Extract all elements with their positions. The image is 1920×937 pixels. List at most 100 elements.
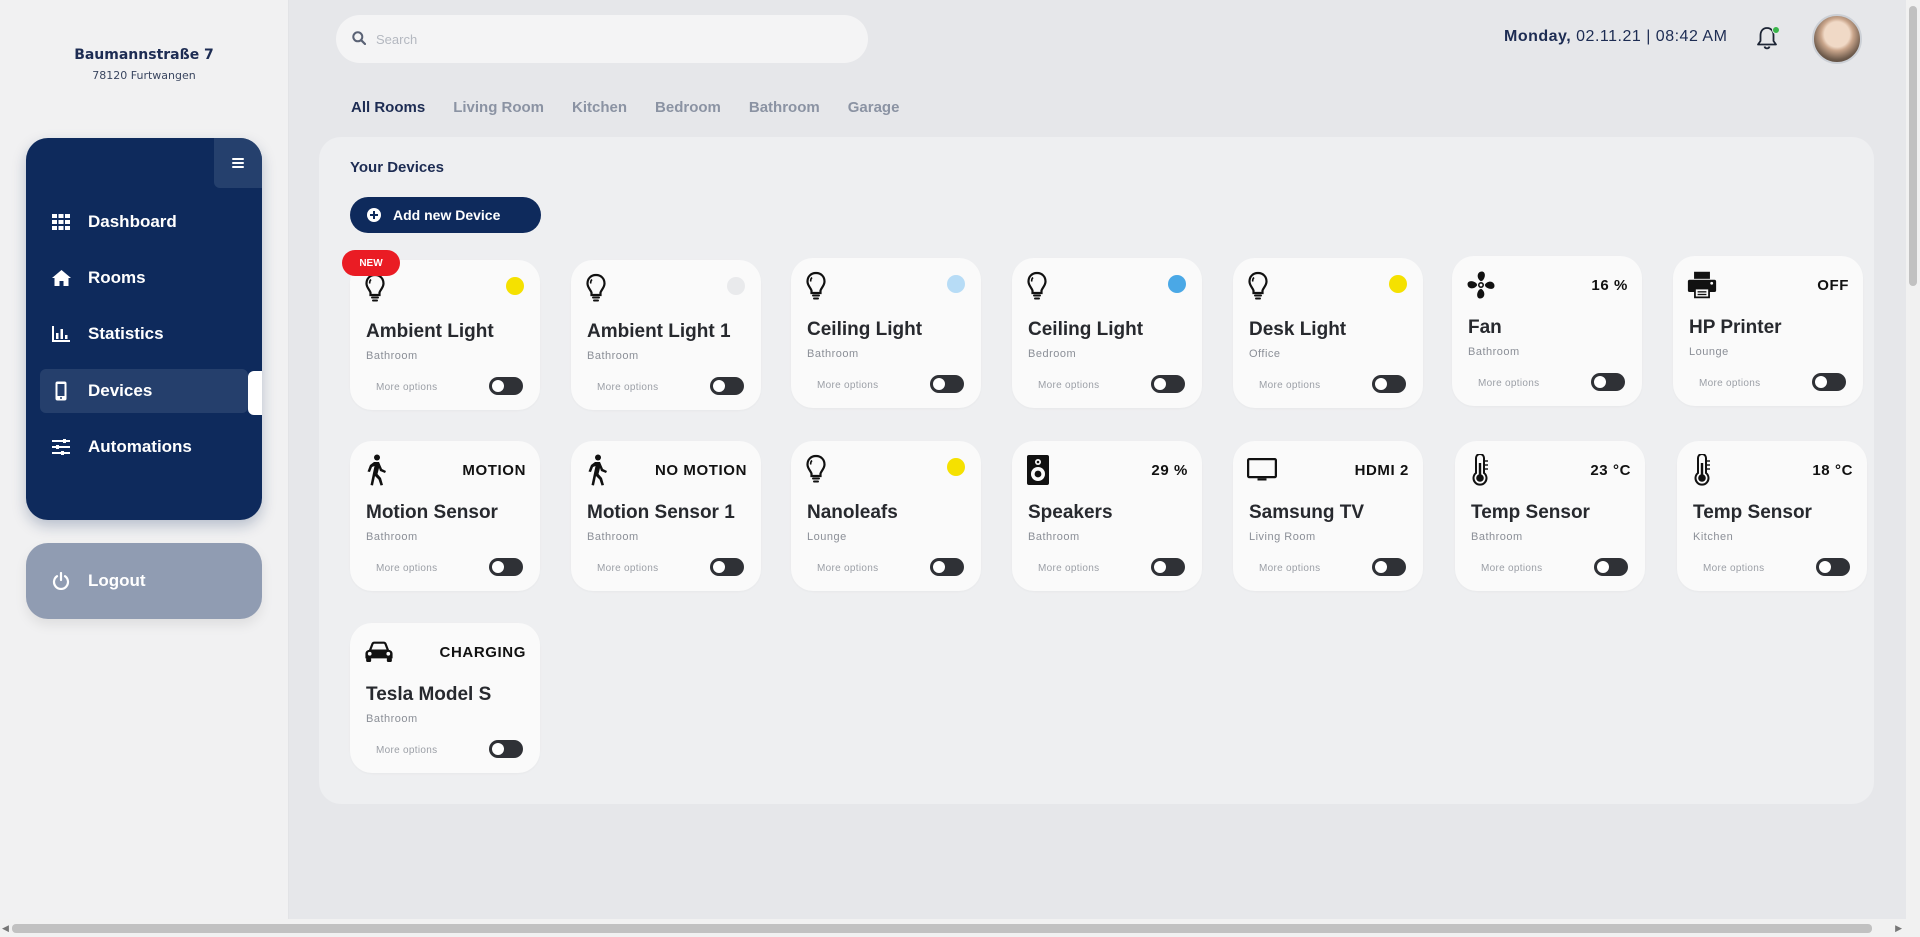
device-card[interactable]: Nanoleafs Lounge More options	[791, 441, 981, 591]
avatar[interactable]	[1812, 14, 1862, 64]
logout-button[interactable]: Logout	[26, 543, 262, 619]
bulb-icon	[805, 454, 835, 488]
device-card[interactable]: CHARGING Tesla Model S Bathroom More option…	[350, 623, 540, 773]
nav-item-dashboard[interactable]: Dashboard	[40, 200, 248, 244]
power-toggle[interactable]	[710, 377, 744, 395]
scroll-thumb[interactable]	[1909, 6, 1917, 286]
address-street: Baumannstraße 7	[74, 47, 214, 63]
power-toggle[interactable]	[1151, 558, 1185, 576]
nav-item-label: Rooms	[88, 268, 146, 287]
more-options-link[interactable]: More options	[597, 563, 658, 574]
device-card[interactable]: MOTION Motion Sensor Bathroom More options	[350, 441, 540, 591]
bulb-icon	[1247, 271, 1277, 305]
power-toggle[interactable]	[710, 558, 744, 576]
nav-item-automations[interactable]: Automations	[40, 425, 248, 469]
menu-toggle-button[interactable]	[214, 138, 262, 188]
power-toggle[interactable]	[1372, 375, 1406, 393]
power-toggle[interactable]	[930, 558, 964, 576]
device-card[interactable]: Ceiling Light Bedroom More options	[1012, 258, 1202, 408]
tab-living-room[interactable]: Living Room	[453, 99, 544, 116]
search-box[interactable]	[336, 15, 868, 63]
more-options-link[interactable]: More options	[376, 382, 437, 393]
more-options-link[interactable]: More options	[1259, 380, 1320, 391]
power-toggle[interactable]	[1591, 373, 1625, 391]
light-color-dot[interactable]	[947, 275, 965, 293]
add-device-label: Add new Device	[393, 207, 501, 223]
device-name: Samsung TV	[1249, 502, 1365, 523]
power-toggle[interactable]	[489, 740, 523, 758]
car-icon	[364, 636, 394, 670]
plus-circle-icon	[367, 208, 381, 222]
more-options-link[interactable]: More options	[1259, 563, 1320, 574]
device-card[interactable]: Desk Light Office More options	[1233, 258, 1423, 408]
device-card[interactable]: Ceiling Light Bathroom More options	[791, 258, 981, 408]
thermometer-icon	[1691, 454, 1721, 488]
power-toggle[interactable]	[1594, 558, 1628, 576]
scroll-right-icon[interactable]: ▶	[1895, 924, 1902, 934]
device-card[interactable]: Ambient Light Bathroom More options	[350, 260, 540, 410]
more-options-link[interactable]: More options	[376, 745, 437, 756]
date-time: Monday, 02.11.21 | 08:42 AM	[1504, 28, 1727, 46]
more-options-link[interactable]: More options	[817, 563, 878, 574]
power-toggle[interactable]	[1151, 375, 1185, 393]
address-block: Baumannstraße 7 78120 Furtwangen	[0, 47, 288, 82]
tab-kitchen[interactable]: Kitchen	[572, 99, 627, 116]
device-name: Ceiling Light	[807, 319, 923, 340]
device-card[interactable]: OFF HP Printer Lounge More options	[1673, 256, 1863, 406]
tab-all-rooms[interactable]: All Rooms	[351, 99, 425, 116]
more-options-link[interactable]: More options	[376, 563, 437, 574]
add-device-button[interactable]: Add new Device	[350, 197, 541, 233]
power-toggle[interactable]	[489, 558, 523, 576]
power-toggle[interactable]	[489, 377, 523, 395]
sliders-icon	[50, 436, 72, 458]
power-toggle[interactable]	[1812, 373, 1846, 391]
power-toggle[interactable]	[1372, 558, 1406, 576]
nav-item-rooms[interactable]: Rooms	[40, 256, 248, 300]
nav-item-statistics[interactable]: Statistics	[40, 312, 248, 356]
more-options-link[interactable]: More options	[817, 380, 878, 391]
device-state: 18 °C	[1812, 462, 1853, 479]
more-options-link[interactable]: More options	[1699, 378, 1760, 389]
device-name: Nanoleafs	[807, 502, 898, 523]
horizontal-scrollbar[interactable]: ◀ ▶	[0, 919, 1920, 937]
nav-item-devices[interactable]: Devices	[40, 369, 248, 413]
more-options-link[interactable]: More options	[1478, 378, 1539, 389]
chart-icon	[50, 323, 72, 345]
power-toggle[interactable]	[930, 375, 964, 393]
online-status-dot	[1772, 26, 1780, 34]
scroll-thumb[interactable]	[12, 924, 1872, 933]
device-card[interactable]: Ambient Light 1 Bathroom More options	[571, 260, 761, 410]
device-room: Bathroom	[1471, 531, 1523, 543]
search-input[interactable]	[376, 31, 836, 47]
sidebar: Baumannstraße 7 78120 Furtwangen Dashboa…	[0, 0, 288, 919]
device-room: Office	[1249, 348, 1281, 360]
device-state: NO MOTION	[654, 462, 747, 479]
device-room: Bathroom	[587, 531, 639, 543]
device-card[interactable]: 23 °C Temp Sensor Bathroom More options	[1455, 441, 1645, 591]
device-card[interactable]: 18 °C Temp Sensor Kitchen More options	[1677, 441, 1867, 591]
tab-garage[interactable]: Garage	[848, 99, 900, 116]
light-color-dot[interactable]	[947, 458, 965, 476]
more-options-link[interactable]: More options	[597, 382, 658, 393]
more-options-link[interactable]: More options	[1481, 563, 1542, 574]
light-color-dot[interactable]	[727, 277, 745, 295]
device-card[interactable]: 16 % Fan Bathroom More options	[1452, 256, 1642, 406]
vertical-scrollbar[interactable]	[1906, 0, 1920, 919]
light-color-dot[interactable]	[506, 277, 524, 295]
device-state: OFF	[1817, 277, 1849, 294]
notifications-button[interactable]	[1756, 26, 1780, 52]
more-options-link[interactable]: More options	[1703, 563, 1764, 574]
light-color-dot[interactable]	[1168, 275, 1186, 293]
device-card[interactable]: NO MOTION Motion Sensor 1 Bathroom More opt…	[571, 441, 761, 591]
device-card[interactable]: HDMI 2 Samsung TV Living Room More options	[1233, 441, 1423, 591]
speaker-icon	[1026, 454, 1056, 488]
power-toggle[interactable]	[1816, 558, 1850, 576]
scroll-left-icon[interactable]: ◀	[2, 924, 9, 934]
device-card[interactable]: 29 % Speakers Bathroom More options	[1012, 441, 1202, 591]
light-color-dot[interactable]	[1389, 275, 1407, 293]
tab-bedroom[interactable]: Bedroom	[655, 99, 721, 116]
tab-bathroom[interactable]: Bathroom	[749, 99, 820, 116]
walking-icon	[364, 454, 394, 488]
more-options-link[interactable]: More options	[1038, 380, 1099, 391]
more-options-link[interactable]: More options	[1038, 563, 1099, 574]
